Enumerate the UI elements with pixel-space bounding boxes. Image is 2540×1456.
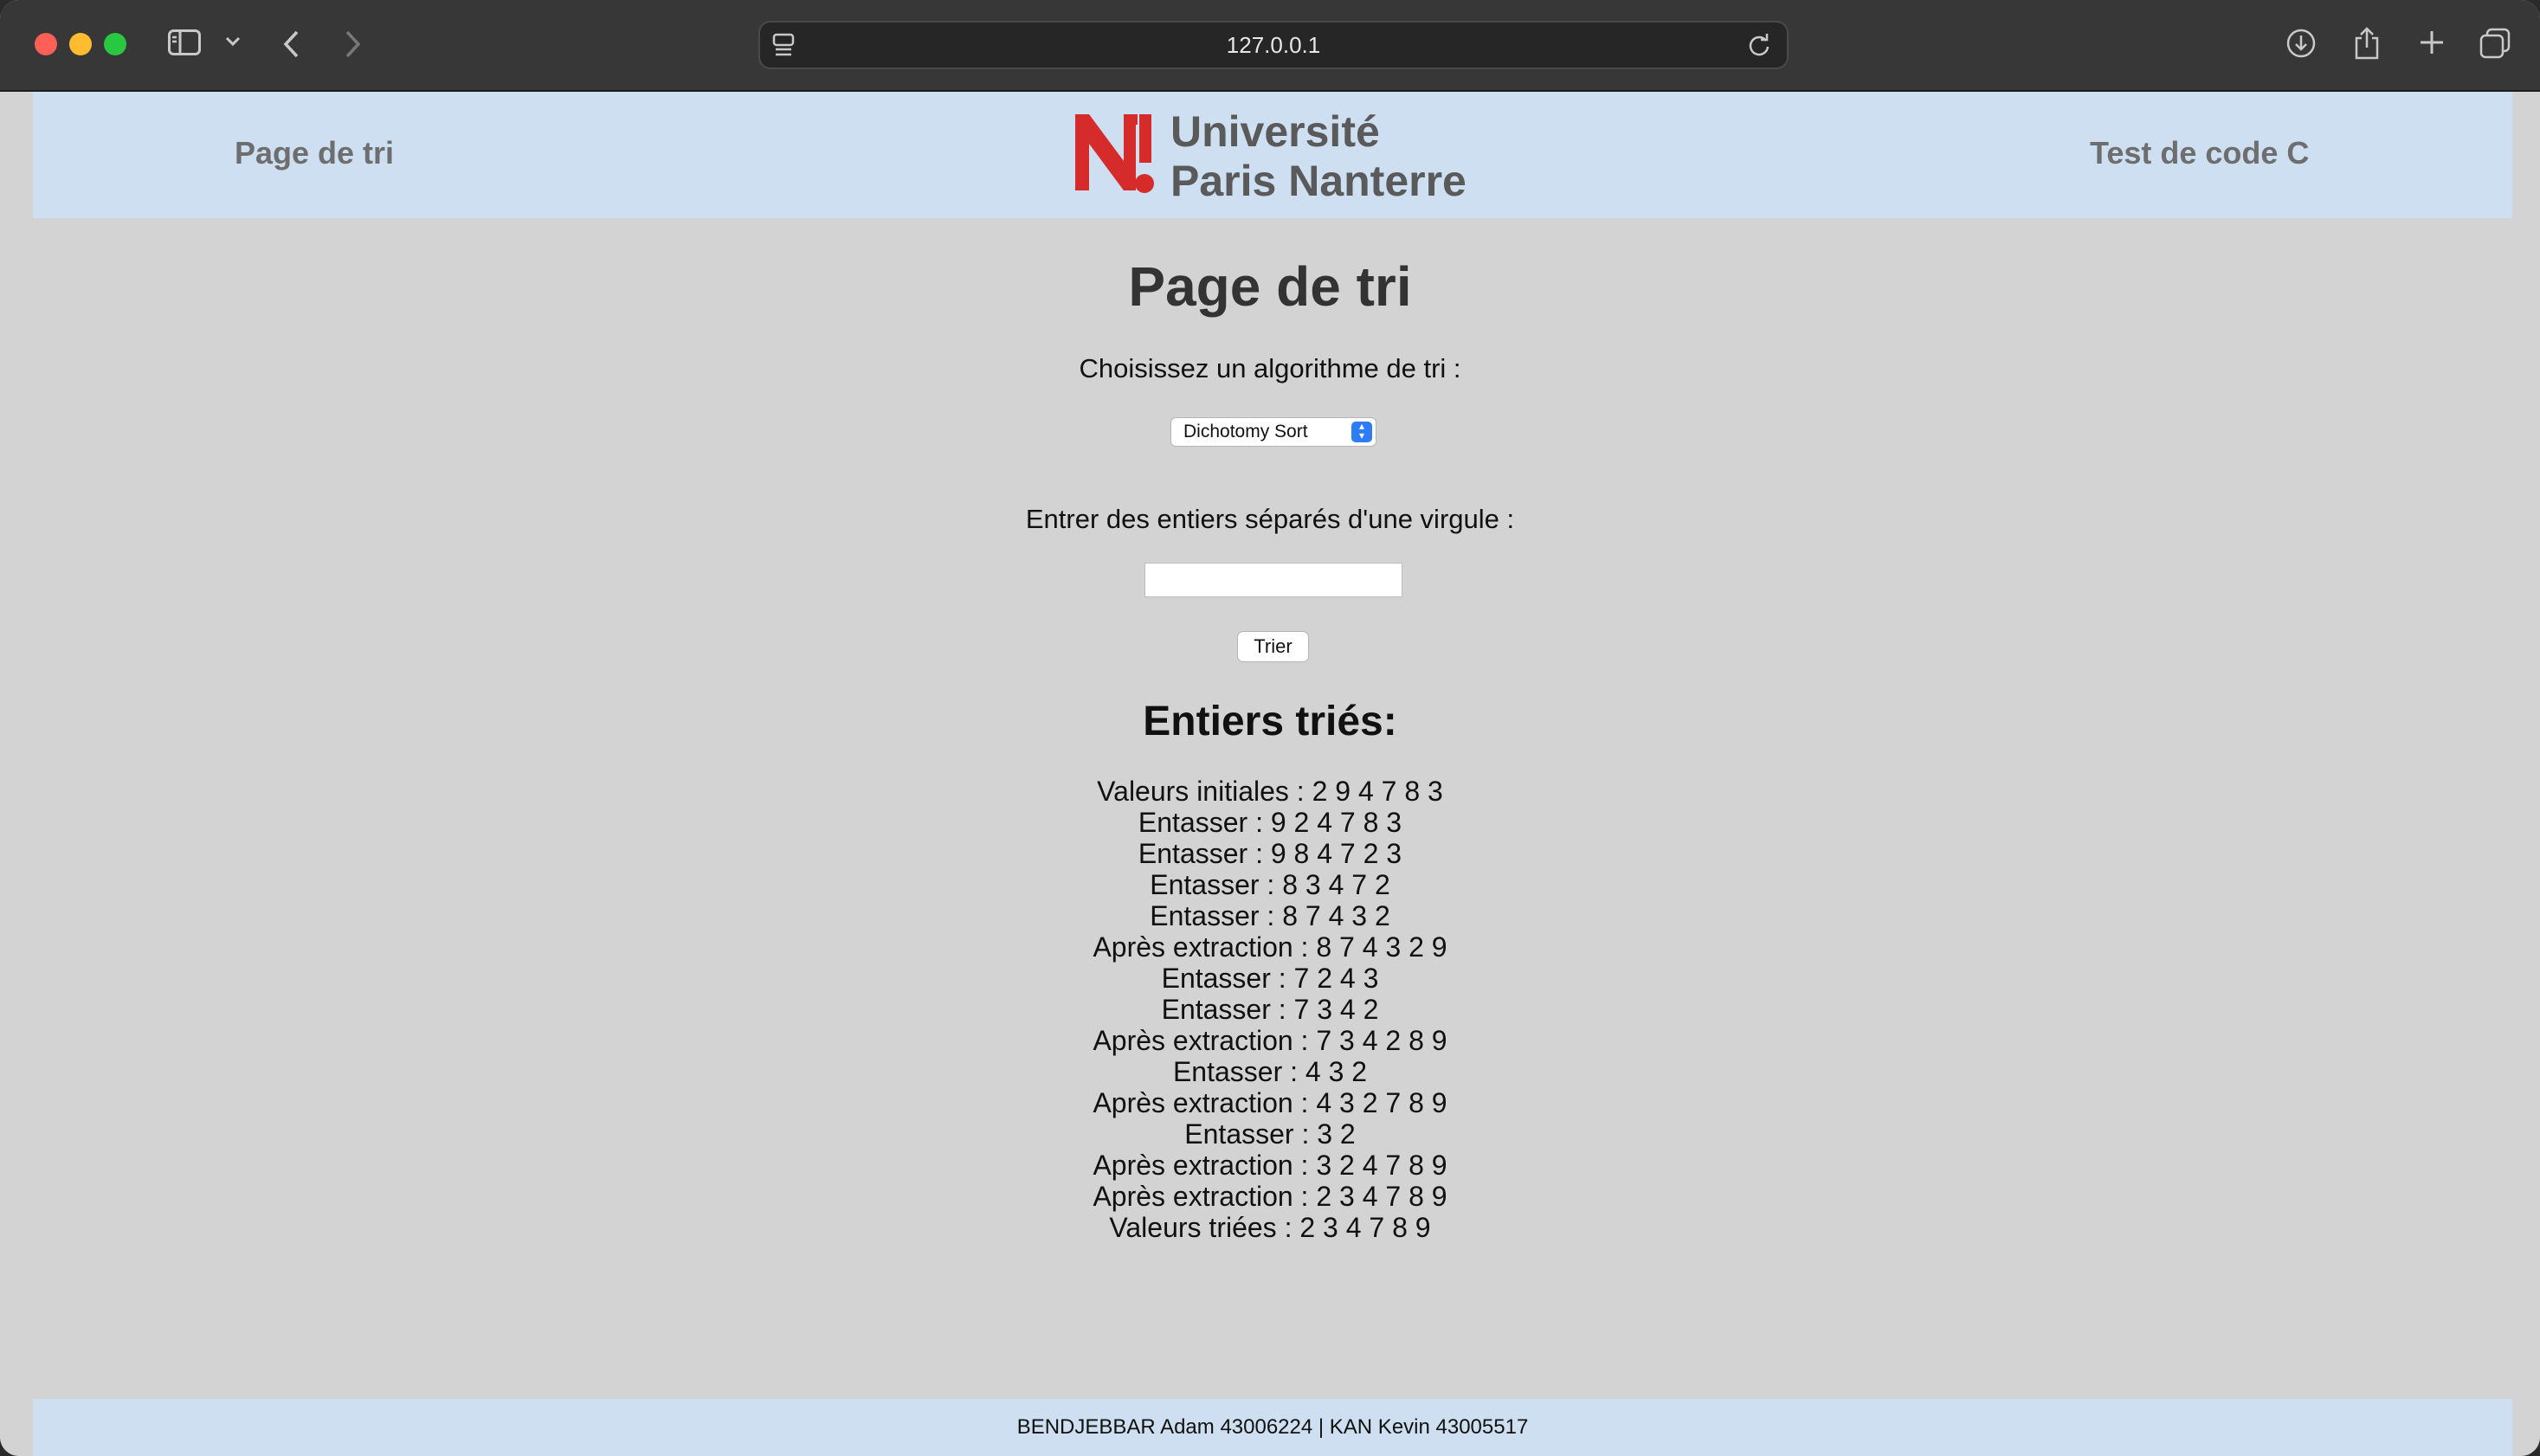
logo-text: Université Paris Nanterre: [1170, 107, 1467, 206]
algorithm-label: Choisissez un algorithme de tri :: [1079, 353, 1461, 383]
logo-mark-icon: [1075, 114, 1154, 193]
logo-line-1: Université: [1170, 107, 1380, 156]
result-line: Après extraction : 8 7 4 3 2 9: [1093, 931, 1447, 963]
tab-overview-icon[interactable]: [2479, 28, 2511, 59]
result-line: Entasser : 8 7 4 3 2: [1150, 900, 1390, 931]
algorithm-select-value: Dichotomy Sort: [1183, 422, 1308, 441]
forward-icon[interactable]: [345, 29, 362, 59]
footer-credits: BENDJEBBAR Adam 43006224 | KAN Kevin 430…: [1016, 1415, 1529, 1439]
site-footer: BENDJEBBAR Adam 43006224 | KAN Kevin 430…: [33, 1399, 2512, 1456]
result-line: Valeurs initiales : 2 9 4 7 8 3: [1097, 776, 1443, 807]
select-arrows-icon: ▴ ▾: [1351, 421, 1372, 442]
integers-input-label: Entrer des entiers séparés d'une virgule…: [1025, 504, 1515, 534]
nav-link-page-de-tri[interactable]: Page de tri: [235, 135, 394, 171]
results-list: Valeurs initiales : 2 9 4 7 8 3 Entasser…: [0, 776, 2540, 1243]
algorithm-select[interactable]: Dichotomy Sort ▴ ▾: [1170, 417, 1376, 447]
downloads-icon[interactable]: [2285, 28, 2317, 59]
result-line: Entasser : 7 3 4 2: [1161, 994, 1379, 1025]
results-title: Entiers triés:: [1143, 699, 1397, 744]
result-line: Entasser : 9 8 4 7 2 3: [1138, 838, 1402, 869]
result-line: Après extraction : 4 3 2 7 8 9: [1093, 1087, 1447, 1118]
university-logo[interactable]: Université Paris Nanterre: [1072, 107, 1479, 206]
sort-button[interactable]: Trier: [1237, 631, 1309, 662]
sidebar-toggle-icon[interactable]: [168, 29, 201, 55]
close-window-button[interactable]: [35, 33, 57, 55]
url-text: 127.0.0.1: [1226, 32, 1321, 58]
nav-link-test-de-code-c[interactable]: Test de code C: [2090, 135, 2309, 171]
result-line: Entasser : 9 2 4 7 8 3: [1138, 807, 1402, 838]
result-line: Entasser : 8 3 4 7 2: [1150, 869, 1390, 900]
result-line: Après extraction : 7 3 4 2 8 9: [1093, 1025, 1447, 1056]
site-header: Page de tri Université Paris Nanterre Te…: [33, 92, 2512, 218]
minimize-window-button[interactable]: [69, 33, 92, 55]
page-title: Page de tri: [1128, 255, 1412, 318]
logo-line-2: Paris Nanterre: [1170, 157, 1467, 205]
result-line: Entasser : 3 2: [1184, 1118, 1356, 1150]
back-icon[interactable]: [282, 29, 300, 59]
result-line: Entasser : 7 2 4 3: [1161, 963, 1379, 994]
result-line: Entasser : 4 3 2: [1172, 1056, 1368, 1087]
share-icon[interactable]: [2353, 26, 2381, 61]
chevron-down-icon[interactable]: [225, 36, 241, 47]
result-line: Après extraction : 3 2 4 7 8 9: [1093, 1150, 1447, 1181]
new-tab-icon[interactable]: [2419, 29, 2445, 55]
browser-window: 127.0.0.1 Page de tri Université Paris N…: [0, 0, 2540, 1456]
web-page: Page de tri Université Paris Nanterre Te…: [0, 92, 2540, 1456]
browser-toolbar: 127.0.0.1: [0, 0, 2540, 92]
reload-icon[interactable]: [1747, 33, 1771, 61]
maximize-window-button[interactable]: [104, 33, 126, 55]
address-bar[interactable]: 127.0.0.1: [758, 21, 1789, 69]
result-line: Après extraction : 2 3 4 7 8 9: [1093, 1181, 1447, 1212]
result-line: Valeurs triées : 2 3 4 7 8 9: [1109, 1212, 1431, 1243]
integers-input[interactable]: [1144, 563, 1402, 597]
